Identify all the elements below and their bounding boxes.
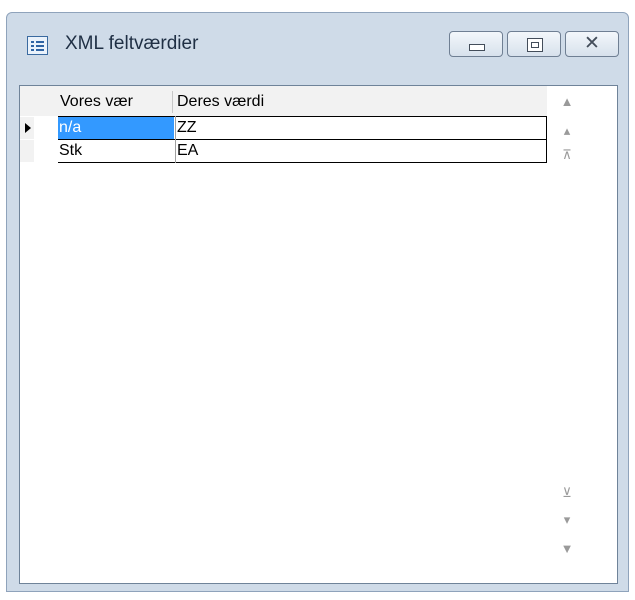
grid-header: Vores vær Deres værdi	[20, 86, 547, 116]
row-selector[interactable]	[20, 140, 34, 162]
grid-line	[58, 139, 547, 140]
current-row-arrow-icon	[25, 123, 31, 133]
previous-record-icon[interactable]: ▴	[556, 120, 578, 142]
title-bar[interactable]: XML feltværdier ✕	[7, 13, 628, 75]
cell-ours[interactable]: n/a	[58, 117, 174, 139]
column-divider[interactable]	[172, 91, 173, 113]
table-row[interactable]: n/a ZZ	[20, 117, 547, 139]
first-record-icon[interactable]: ⊼	[556, 144, 578, 166]
form-icon[interactable]	[27, 36, 48, 55]
column-header-theirs[interactable]: Deres værdi	[177, 93, 264, 111]
table-row[interactable]: Stk EA	[20, 140, 547, 162]
last-record-icon[interactable]: ⊻	[556, 482, 578, 504]
column-header-ours[interactable]: Vores vær	[60, 93, 133, 111]
close-icon: ✕	[584, 33, 600, 54]
maximize-icon	[527, 38, 543, 52]
values-grid: Vores vær Deres værdi n/a ZZ Stk EA ▲ ▴	[19, 85, 618, 584]
minimize-button[interactable]	[449, 31, 503, 57]
next-record-icon[interactable]: ▾	[556, 509, 578, 531]
grid-line	[175, 116, 176, 163]
cell-ours[interactable]: Stk	[58, 140, 174, 162]
close-button[interactable]: ✕	[565, 31, 619, 57]
dialog-window: XML feltværdier ✕ Vores vær Deres værdi …	[6, 12, 629, 592]
minimize-icon	[469, 44, 485, 51]
scroll-page-down-icon[interactable]: ▼	[556, 538, 578, 560]
scroll-page-up-icon[interactable]: ▲	[556, 91, 578, 113]
row-selector[interactable]	[20, 117, 34, 139]
cell-theirs[interactable]: EA	[176, 140, 546, 162]
grid-line	[58, 116, 547, 117]
grid-line	[546, 116, 547, 163]
cell-theirs[interactable]: ZZ	[176, 117, 546, 139]
maximize-button[interactable]	[507, 31, 561, 57]
grid-line	[58, 162, 547, 163]
record-navigation: ▲ ▴ ⊼ ⊻ ▾ ▼	[548, 86, 586, 583]
window-title: XML feltværdier	[65, 33, 199, 54]
